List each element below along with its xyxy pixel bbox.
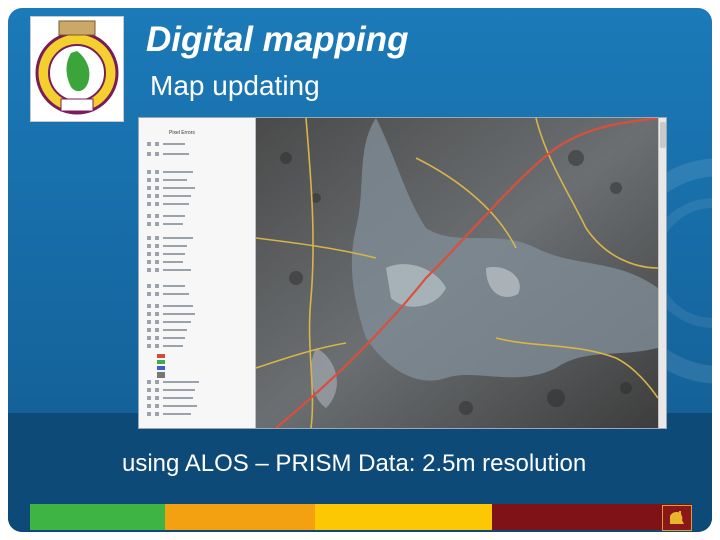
slide: Digital mapping Map updating Pixel Error… <box>0 0 720 540</box>
page-title: Digital mapping <box>146 20 409 59</box>
vertical-scrollbar[interactable] <box>658 118 666 428</box>
layer-list <box>147 142 199 416</box>
survey-department-logo <box>30 16 124 122</box>
page-subtitle: Map updating <box>150 70 320 101</box>
emblem-icon <box>35 20 119 115</box>
table-of-contents-panel: Pixel Errors <box>139 118 256 428</box>
caption-text: using ALOS – PRISM Data: 2.5m resolution <box>122 450 587 477</box>
map-canvas <box>255 118 659 428</box>
gis-screenshot: Pixel Errors <box>138 117 667 429</box>
footer-bar-yellow <box>315 504 492 530</box>
lion-flag-icon <box>662 505 692 531</box>
footer-bar-orange <box>165 504 315 530</box>
footer-bar-green <box>30 504 165 530</box>
toc-header: Pixel Errors <box>169 130 195 136</box>
satellite-map[interactable] <box>255 118 659 428</box>
scrollbar-thumb[interactable] <box>660 122 666 148</box>
